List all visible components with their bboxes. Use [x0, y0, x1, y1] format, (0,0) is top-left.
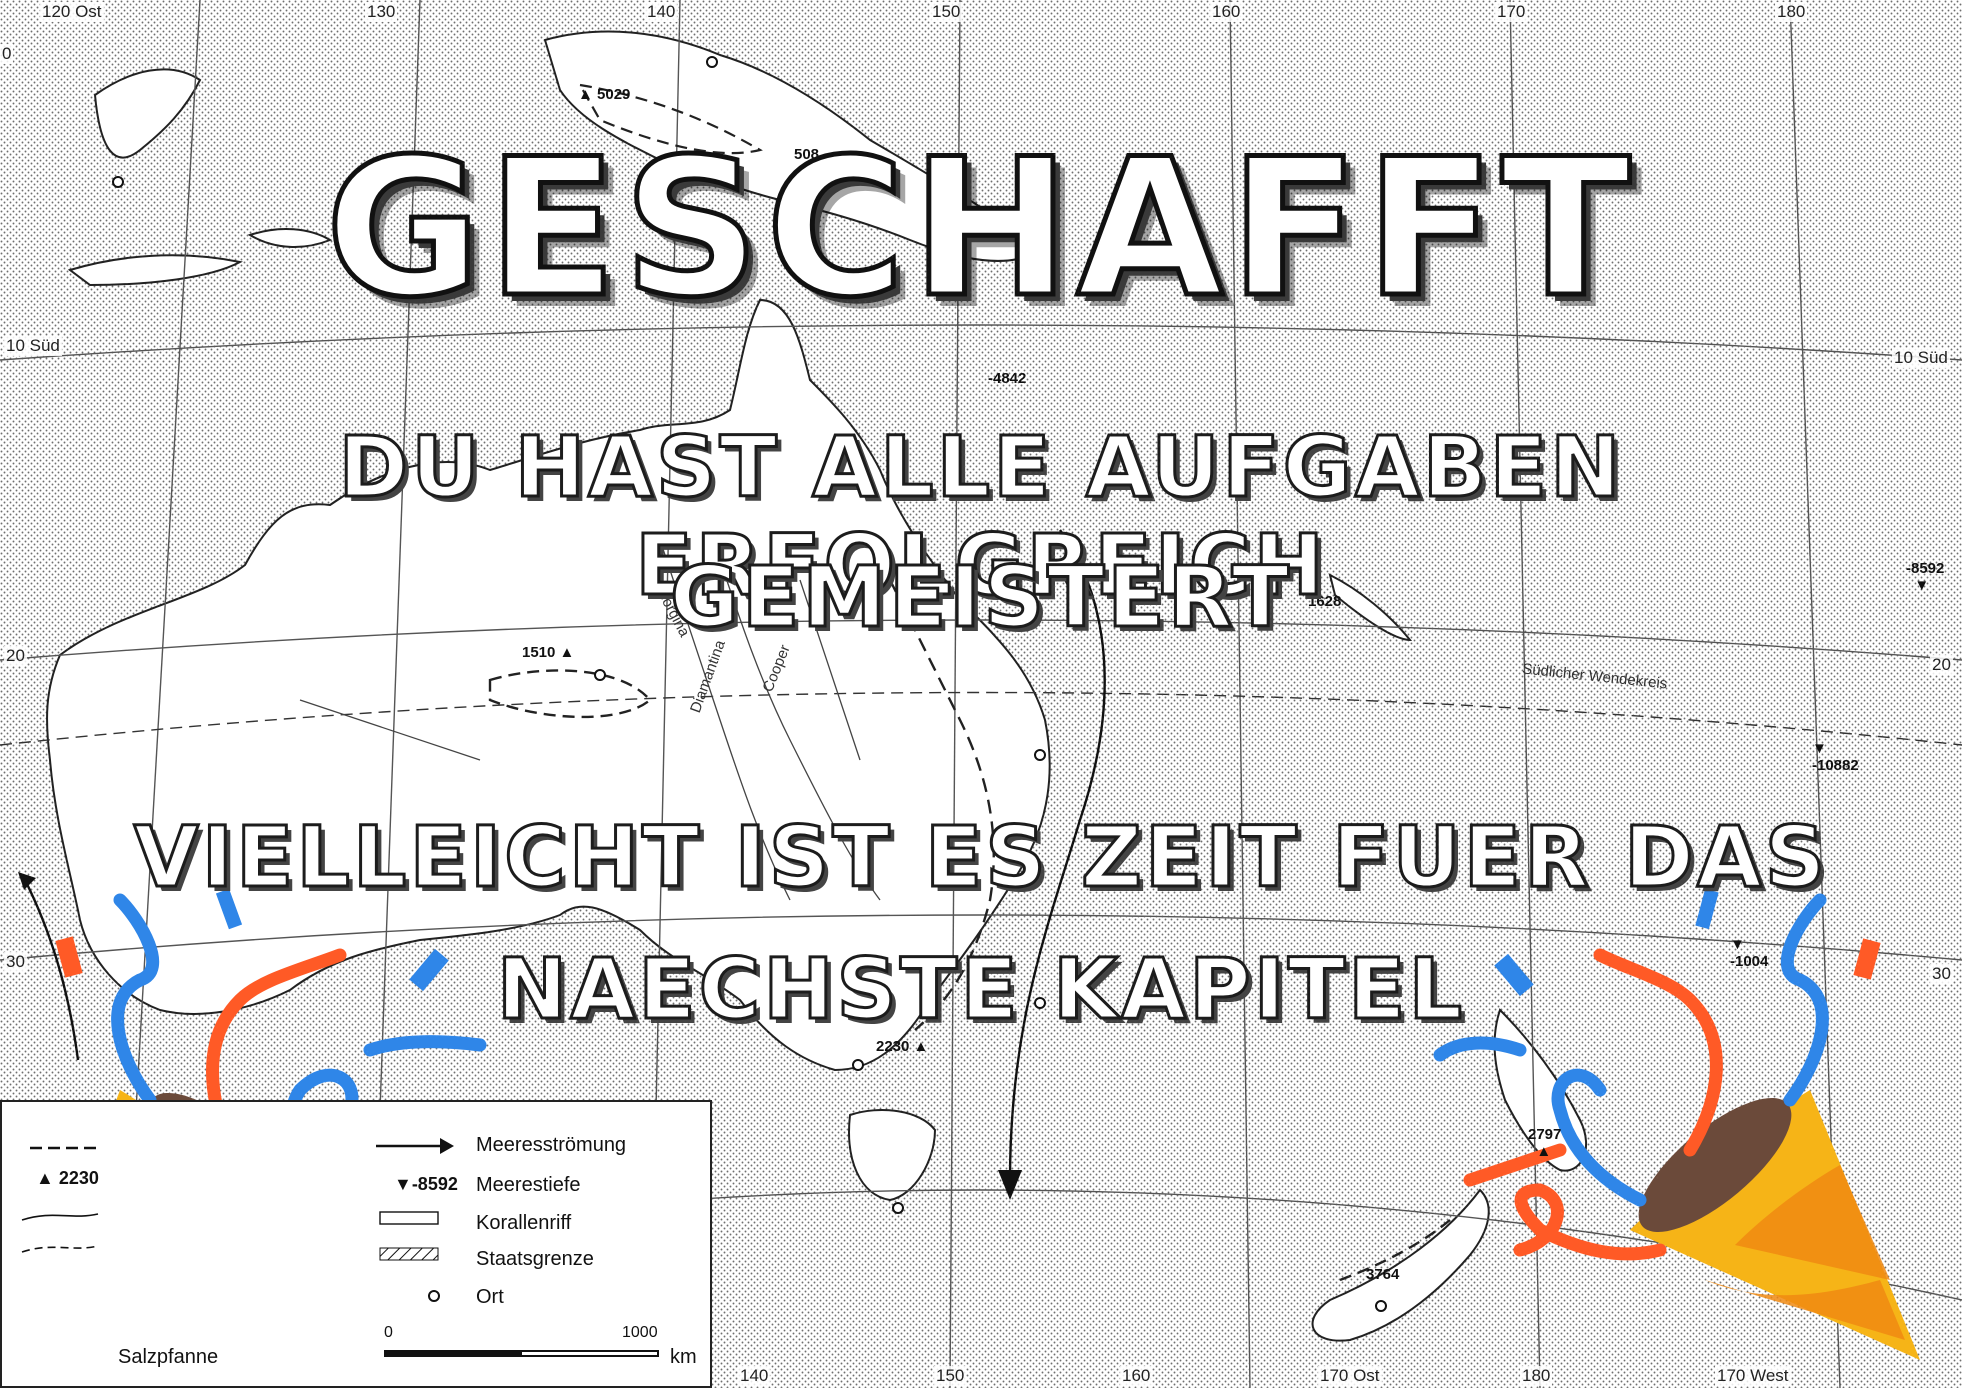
- grid-label-bottom-170ost: 170 Ost: [1318, 1366, 1382, 1386]
- grid-label-bottom-180: 180: [1520, 1366, 1553, 1386]
- next-chapter-message-line-2: NAECHSTE KAPITEL: [495, 939, 1466, 1040]
- elevation-1510: 1510 ▲: [522, 644, 575, 661]
- completion-headline: GESCHAFFT: [323, 116, 1637, 342]
- depth-10882: ▼ -10882: [1812, 740, 1859, 774]
- grid-label-left-20: 20: [4, 646, 27, 666]
- grid-label-right-10: 10 Süd: [1892, 348, 1950, 368]
- legend-item-salt-pan: Salzpfanne: [118, 1346, 219, 1368]
- elevation-2797: 2797 ▲: [1528, 1126, 1562, 1160]
- legend-depth-symbol: ▼-8592: [394, 1174, 458, 1194]
- grid-label-left-0: 0: [0, 44, 14, 64]
- grid-label-top-130: 130: [365, 2, 398, 22]
- legend-item-border: Staatsgrenze: [476, 1248, 594, 1270]
- elevation-5029: ▲ 5029: [578, 86, 631, 103]
- grid-label-top-170: 170: [1495, 2, 1528, 22]
- scale-bar: [384, 1350, 659, 1357]
- completion-screen: 120 Ost 130 140 150 160 170 180 140 150 …: [0, 0, 1962, 1388]
- legend-item-place: Ort: [476, 1286, 504, 1308]
- grid-label-top-180: 180: [1775, 2, 1808, 22]
- elevation-3764: 3764: [1366, 1266, 1400, 1283]
- grid-label-bottom-150: 150: [934, 1366, 967, 1386]
- grid-label-top-140: 140: [645, 2, 678, 22]
- next-chapter-message-line-1: VIELLEICHT IST ES ZEIT FUER DAS: [132, 807, 1829, 908]
- scale-end-label: 1000: [622, 1324, 658, 1341]
- grid-label-right-20: 20: [1930, 655, 1953, 675]
- legend-item-depth: Meerestiefe: [476, 1174, 581, 1196]
- grid-label-bottom-160: 160: [1120, 1366, 1153, 1386]
- map-legend: ▲ 2230 ▼-8592 Meeresströmung Meerestiefe…: [0, 1100, 712, 1388]
- elevation-2230: 2230 ▲: [876, 1038, 929, 1055]
- grid-label-left-10: 10 Süd: [4, 336, 62, 356]
- scale-start-label: 0: [384, 1324, 393, 1341]
- scale-unit-label: km: [670, 1346, 697, 1368]
- completion-message-line-2: GEMEISTERT: [669, 547, 1292, 648]
- legend-item-reef: Korallenriff: [476, 1212, 572, 1234]
- legend-item-current: Meeresströmung: [476, 1134, 627, 1156]
- legend-elevation-symbol: ▲ 2230: [36, 1168, 99, 1188]
- grid-label-top-150: 150: [930, 2, 963, 22]
- grid-label-top-160: 160: [1210, 2, 1243, 22]
- grid-label-bottom-140: 140: [738, 1366, 771, 1386]
- grid-label-bottom-170west: 170 West: [1715, 1366, 1791, 1386]
- grid-label-top-120: 120 Ost: [40, 2, 104, 22]
- elevation-4842: -4842: [988, 370, 1027, 387]
